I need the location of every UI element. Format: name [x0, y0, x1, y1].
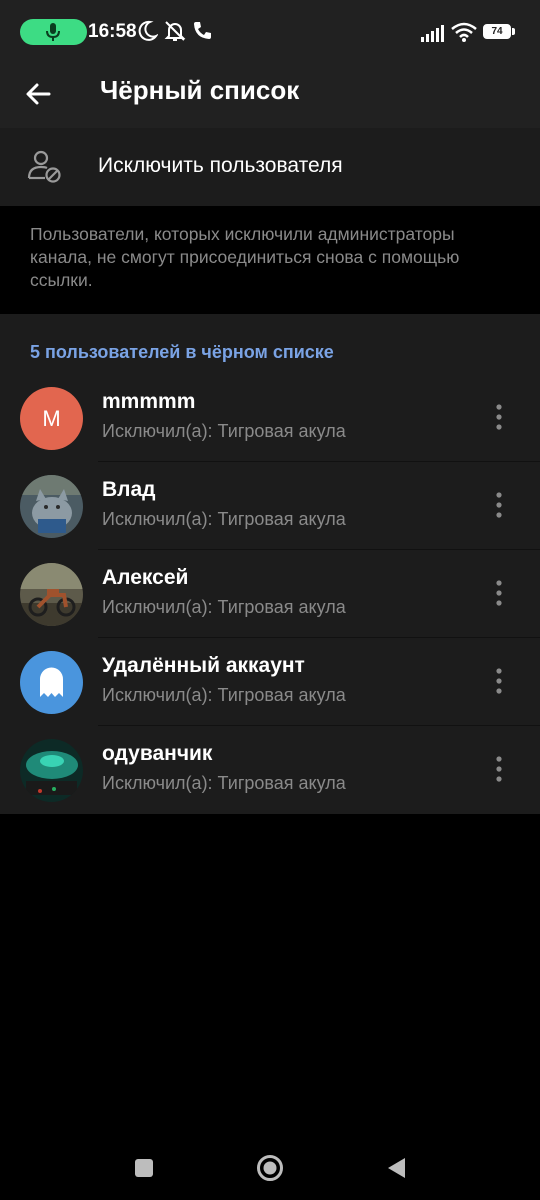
mic-active-indicator[interactable]: [20, 19, 87, 45]
user-name: одуванчик: [102, 742, 213, 765]
more-vertical-icon[interactable]: [488, 666, 510, 696]
list-item[interactable]: одуванчик Исключил(а): Тигровая акула: [0, 726, 540, 814]
user-subtitle: Исключил(а): Тигровая акула: [102, 509, 346, 529]
info-text: Пользователи, которых исключили админист…: [30, 224, 460, 290]
moon-icon: [138, 20, 158, 41]
user-subtitle: Исключил(а): Тигровая акула: [102, 421, 346, 441]
section-title: 5 пользователей в чёрном списке: [30, 342, 334, 362]
avatar-letter: M: [42, 406, 61, 431]
list-item[interactable]: Алексей Исключил(а): Тигровая акула: [0, 550, 540, 638]
battery-indicator: 74: [483, 24, 511, 39]
user-subtitle: Исключил(а): Тигровая акула: [102, 773, 346, 793]
more-vertical-icon[interactable]: [488, 490, 510, 520]
blocked-users-list: 5 пользователей в чёрном списке M mmmmm …: [0, 314, 540, 814]
status-bar: 16:58 74: [0, 0, 540, 64]
teal-room-photo-icon: [20, 739, 83, 802]
page-title: Чёрный список: [100, 75, 300, 105]
back-arrow-icon[interactable]: [22, 76, 58, 112]
system-navigation-bar: [0, 1130, 540, 1200]
list-item[interactable]: Влад Исключил(а): Тигровая акула: [0, 462, 540, 550]
avatar: M: [20, 387, 83, 450]
user-subtitle: Исключил(а): Тигровая акула: [102, 597, 346, 617]
info-section: Пользователи, которых исключили админист…: [0, 206, 540, 314]
recents-icon[interactable]: [134, 1158, 154, 1178]
home-icon[interactable]: [256, 1154, 284, 1182]
user-block-icon: [27, 150, 61, 183]
signal-icon: [421, 25, 444, 42]
back-nav-icon[interactable]: [385, 1156, 407, 1180]
phone-icon: [194, 22, 211, 39]
wifi-icon: [451, 22, 477, 42]
user-name: Удалённый аккаунт: [102, 654, 305, 677]
avatar: [20, 563, 83, 626]
mic-icon: [46, 23, 60, 41]
more-vertical-icon[interactable]: [488, 578, 510, 608]
avatar: [20, 739, 83, 802]
ghost-icon: [40, 667, 63, 697]
app-header: Чёрный список: [0, 64, 540, 128]
cat-photo-icon: [20, 475, 83, 538]
user-name: Алексей: [102, 566, 189, 589]
bell-off-icon: [164, 21, 186, 41]
more-vertical-icon[interactable]: [488, 754, 510, 784]
avatar: [20, 475, 83, 538]
kick-user-label: Исключить пользователя: [98, 154, 343, 177]
avatar: [20, 651, 83, 714]
list-item[interactable]: Удалённый аккаунт Исключил(а): Тигровая …: [0, 638, 540, 726]
battery-level: 74: [491, 26, 503, 37]
user-subtitle: Исключил(а): Тигровая акула: [102, 685, 346, 705]
motorcycle-photo-icon: [20, 563, 83, 626]
user-name: mmmmm: [102, 390, 196, 413]
list-item[interactable]: M mmmmm Исключил(а): Тигровая акула: [0, 374, 540, 462]
status-time: 16:58: [88, 21, 137, 42]
more-vertical-icon[interactable]: [488, 402, 510, 432]
user-name: Влад: [102, 478, 156, 501]
battery-tip: [512, 28, 515, 35]
kick-user-button[interactable]: Исключить пользователя: [0, 128, 540, 206]
